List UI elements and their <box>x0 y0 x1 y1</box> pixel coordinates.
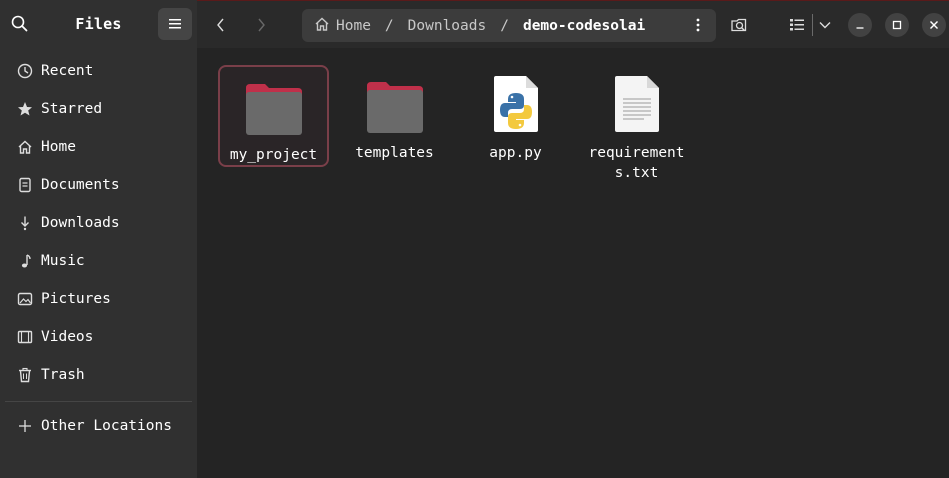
minimize-button[interactable] <box>848 13 872 37</box>
sidebar-item-trash[interactable]: Trash <box>0 356 197 394</box>
download-icon <box>16 214 34 232</box>
sidebar-item-recent[interactable]: Recent <box>0 52 197 90</box>
close-icon <box>930 21 938 29</box>
header-bar: Home / Downloads / demo-codesolai <box>197 0 949 48</box>
star-icon <box>16 100 34 118</box>
home-icon <box>16 138 34 156</box>
list-view-icon <box>790 19 804 31</box>
file-item-my-project[interactable]: my_project <box>218 65 329 167</box>
file-item-requirements-txt[interactable]: requirements.txt <box>581 65 692 181</box>
file-name: templates <box>355 145 434 161</box>
sidebar-nav: Recent Starred Home Documents Downloads … <box>0 52 197 394</box>
sidebar: Files Recent Starred Home Documents Down… <box>0 0 197 478</box>
picture-icon <box>16 290 34 308</box>
document-icon <box>16 176 34 194</box>
sidebar-item-label: Documents <box>41 177 120 193</box>
hamburger-icon <box>169 19 181 29</box>
plus-icon <box>16 417 34 435</box>
maximize-icon <box>892 20 902 30</box>
path-bar: Home / Downloads / demo-codesolai <box>302 9 716 42</box>
search-location-button[interactable] <box>727 13 751 37</box>
file-view[interactable]: my_project templates app.py requirements… <box>197 48 949 478</box>
sidebar-item-documents[interactable]: Documents <box>0 166 197 204</box>
main-menu-button[interactable] <box>158 8 192 40</box>
back-button[interactable] <box>209 11 233 39</box>
maximize-button[interactable] <box>885 13 909 37</box>
sidebar-item-label: Trash <box>41 367 85 383</box>
breadcrumb-label: Home <box>336 17 371 34</box>
chevron-left-icon <box>217 18 224 32</box>
sidebar-item-label: Recent <box>41 63 94 79</box>
breadcrumb-label: demo-codesolai <box>522 17 646 34</box>
path-menu-button[interactable] <box>688 15 708 35</box>
sidebar-divider <box>5 401 192 402</box>
trash-icon <box>16 366 34 384</box>
music-icon <box>16 252 34 270</box>
video-icon <box>16 328 34 346</box>
file-item-app-py[interactable]: app.py <box>460 65 571 167</box>
clock-icon <box>16 62 34 80</box>
breadcrumb-downloads[interactable]: Downloads <box>408 18 487 34</box>
sidebar-item-label: Music <box>41 253 85 269</box>
breadcrumb-separator: / <box>500 17 509 34</box>
sidebar-item-music[interactable]: Music <box>0 242 197 280</box>
breadcrumb-separator: / <box>384 17 394 34</box>
minimize-icon <box>856 27 864 29</box>
python-file-icon <box>486 75 546 133</box>
view-divider <box>812 14 813 36</box>
sidebar-item-other-locations[interactable]: Other Locations <box>0 407 197 445</box>
close-button[interactable] <box>922 13 946 37</box>
chevron-right-icon <box>258 18 265 32</box>
sidebar-item-label: Starred <box>41 101 103 117</box>
sidebar-item-label: Videos <box>41 329 94 345</box>
sidebar-item-starred[interactable]: Starred <box>0 90 197 128</box>
breadcrumb-label: Downloads <box>407 17 487 34</box>
sidebar-item-pictures[interactable]: Pictures <box>0 280 197 318</box>
sidebar-item-label: Downloads <box>41 215 120 231</box>
view-options-dropdown[interactable] <box>816 13 834 37</box>
folder-icon <box>365 75 425 133</box>
sidebar-header: Files <box>0 0 197 48</box>
home-icon <box>314 16 330 36</box>
file-name: app.py <box>489 145 542 161</box>
file-name: my_project <box>229 147 318 163</box>
forward-button[interactable] <box>249 11 273 39</box>
sidebar-item-label: Other Locations <box>41 418 172 434</box>
folder-search-icon <box>731 18 747 32</box>
view-toggle-button[interactable] <box>787 13 807 37</box>
file-item-templates[interactable]: templates <box>339 65 450 167</box>
sidebar-item-videos[interactable]: Videos <box>0 318 197 356</box>
sidebar-item-home[interactable]: Home <box>0 128 197 166</box>
breadcrumb-home[interactable]: Home <box>302 16 371 36</box>
text-file-icon <box>607 75 667 133</box>
sidebar-item-label: Pictures <box>41 291 111 307</box>
sidebar-item-downloads[interactable]: Downloads <box>0 204 197 242</box>
kebab-menu-icon <box>696 18 700 32</box>
sidebar-item-label: Home <box>41 139 76 155</box>
file-name: requirements.txt <box>588 145 685 181</box>
folder-icon <box>244 77 304 135</box>
breadcrumb-current[interactable]: demo-codesolai <box>523 18 645 34</box>
other-locations-section: Other Locations <box>0 407 197 445</box>
chevron-down-icon <box>819 22 831 29</box>
